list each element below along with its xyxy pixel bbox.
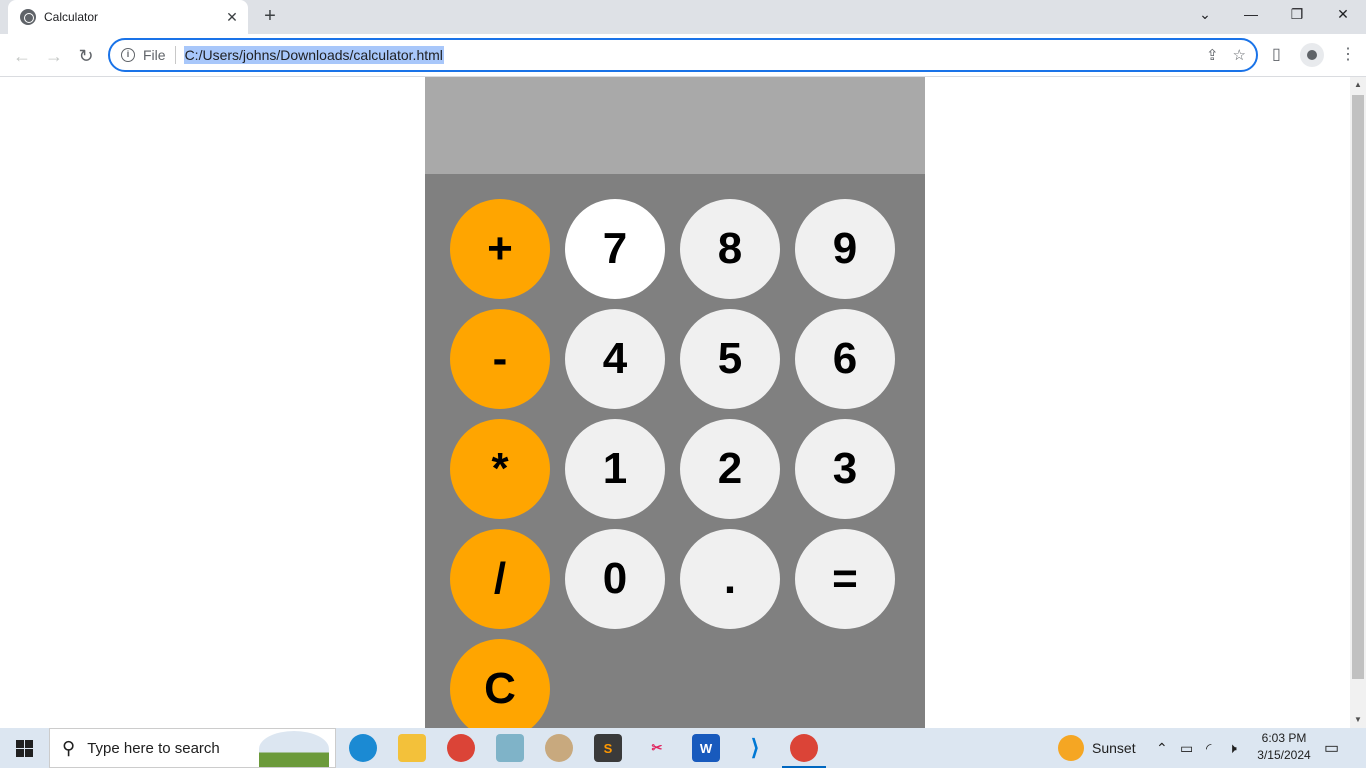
globe-icon — [20, 9, 36, 25]
tray-chevron-icon[interactable]: ⌃ — [1156, 728, 1168, 768]
reload-button[interactable]: ↻ — [72, 42, 100, 70]
key-8-button[interactable]: 8 — [680, 199, 780, 299]
key-9-button[interactable]: 9 — [795, 199, 895, 299]
key-plus-button[interactable]: + — [450, 199, 550, 299]
edge-icon[interactable] — [349, 734, 377, 762]
key-2-button[interactable]: 2 — [680, 419, 780, 519]
calculator-display — [425, 77, 925, 174]
volume-muted-icon[interactable]: 🕨 — [1228, 728, 1237, 768]
page-viewport: +7 8 9 -4 5 6 * 1 2 3 /0. = C — [0, 77, 1350, 728]
share-icon[interactable]: ⇪ — [1206, 46, 1219, 64]
star-icon[interactable]: ☆ — [1233, 46, 1246, 64]
key-4-button[interactable]: 4 — [565, 309, 665, 409]
browser-toolbar: ← → ↻ i File C:/Users/johns/Downloads/ca… — [0, 34, 1366, 77]
side-panel-icon[interactable]: ▯ — [1272, 44, 1281, 64]
key-minus-button[interactable]: - — [450, 309, 550, 409]
vscode-icon[interactable]: ⟩ — [741, 734, 769, 762]
minimize-button[interactable]: — — [1228, 0, 1274, 30]
key-decimal-button[interactable]: . — [680, 529, 780, 629]
clock[interactable]: 6:03 PM 3/15/2024 — [1252, 730, 1316, 764]
search-highlight-art — [259, 731, 329, 767]
key-0-button[interactable]: 0 — [565, 529, 665, 629]
address-bar[interactable]: i File C:/Users/johns/Downloads/calculat… — [108, 38, 1258, 72]
calculator: +7 8 9 -4 5 6 * 1 2 3 /0. = C — [425, 77, 925, 728]
word-icon[interactable]: W — [692, 734, 720, 762]
forward-button[interactable]: → — [40, 42, 68, 70]
weather-label: Sunset — [1092, 740, 1136, 756]
url-text[interactable]: C:/Users/johns/Downloads/calculator.html — [183, 46, 444, 64]
start-button[interactable] — [0, 728, 48, 768]
profile-icon[interactable] — [1300, 43, 1324, 67]
search-placeholder: Type here to search — [87, 739, 220, 757]
taskbar: ⚲ Type here to search S ✂ W ⟩ Sunset ⌃ ▭… — [0, 728, 1366, 768]
key-1-button[interactable]: 1 — [565, 419, 665, 519]
battery-icon[interactable]: ▭ — [1180, 728, 1193, 768]
tab-search-chevron-icon[interactable]: ⌄ — [1182, 0, 1228, 30]
key-clear-button[interactable]: C — [450, 639, 550, 728]
tab-calculator[interactable]: Calculator ✕ — [8, 0, 248, 34]
weather-widget[interactable]: Sunset — [1058, 728, 1136, 768]
key-equals-button[interactable]: = — [795, 529, 895, 629]
sublime-text-icon[interactable]: S — [594, 734, 622, 762]
key-divide-button[interactable]: / — [450, 529, 550, 629]
scrollbar-thumb[interactable] — [1352, 95, 1364, 679]
paint-icon[interactable] — [545, 734, 573, 762]
key-multiply-button[interactable]: * — [450, 419, 550, 519]
tab-title: Calculator — [44, 10, 99, 24]
sunset-icon — [1058, 735, 1084, 761]
site-info-icon[interactable]: i — [121, 48, 135, 62]
key-5-button[interactable]: 5 — [680, 309, 780, 409]
scheme-label: File — [143, 46, 176, 64]
chrome-icon[interactable] — [447, 734, 475, 762]
scroll-up-arrow-icon[interactable]: ▲ — [1350, 77, 1366, 93]
menu-icon[interactable]: ⋮ — [1340, 44, 1356, 64]
notifications-icon[interactable]: ▭ — [1324, 728, 1339, 768]
tab-close-icon[interactable]: ✕ — [224, 9, 240, 26]
scroll-down-arrow-icon[interactable]: ▼ — [1350, 712, 1366, 728]
file-explorer-icon[interactable] — [398, 734, 426, 762]
back-button[interactable]: ← — [8, 42, 36, 70]
search-icon: ⚲ — [62, 737, 76, 758]
snipping-tool-icon[interactable]: ✂ — [643, 734, 671, 762]
key-7-button[interactable]: 7 — [565, 199, 665, 299]
restore-button[interactable]: ❐ — [1274, 0, 1320, 30]
new-tab-button[interactable]: + — [258, 5, 282, 29]
close-window-button[interactable]: ✕ — [1320, 0, 1366, 30]
taskbar-search[interactable]: ⚲ Type here to search — [49, 728, 336, 768]
chrome-icon-active[interactable] — [782, 734, 826, 768]
clock-date: 3/15/2024 — [1257, 748, 1311, 762]
clock-time: 6:03 PM — [1261, 731, 1307, 745]
key-6-button[interactable]: 6 — [795, 309, 895, 409]
network-icon[interactable]: ◜ — [1206, 728, 1211, 768]
vertical-scrollbar[interactable]: ▲ ▼ — [1350, 77, 1366, 728]
app-icon[interactable] — [496, 734, 524, 762]
windows-logo-icon — [15, 739, 33, 757]
tab-strip: Calculator ✕ + ⌄ — ❐ ✕ — [0, 0, 1366, 34]
key-3-button[interactable]: 3 — [795, 419, 895, 519]
